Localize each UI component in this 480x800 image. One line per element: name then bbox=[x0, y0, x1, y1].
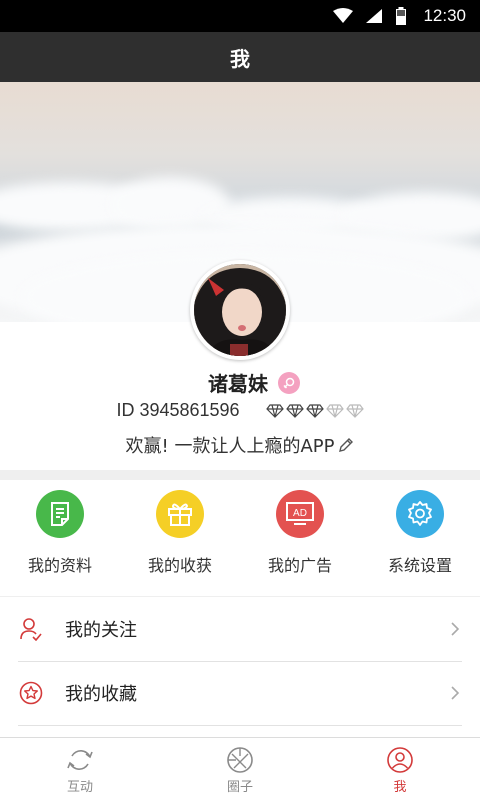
gear-icon bbox=[408, 501, 432, 526]
avatar-photo bbox=[194, 264, 286, 356]
quick-action-circle bbox=[396, 490, 444, 538]
gift-icon bbox=[168, 503, 192, 526]
quick-action-label: 我的广告 bbox=[267, 556, 332, 575]
tab-interact[interactable]: 互动 bbox=[0, 738, 160, 800]
quick-action-settings[interactable]: 系统设置 bbox=[360, 480, 480, 596]
user-id: ID 3945861596 bbox=[116, 400, 240, 420]
diamond-icon bbox=[345, 403, 364, 418]
quick-action-ads[interactable]: AD 我的广告 bbox=[240, 480, 360, 596]
menu-item-favorites[interactable]: 我的收藏 bbox=[0, 661, 480, 725]
motto-row[interactable]: 欢赢! 一款让人上瘾的APP bbox=[0, 432, 480, 458]
diamond-icon bbox=[325, 403, 344, 418]
name-row: 诸葛妹 bbox=[0, 368, 480, 397]
status-bar: 12:30 bbox=[0, 0, 480, 32]
profile-icon bbox=[387, 747, 413, 773]
title-bar: 我 bbox=[0, 32, 480, 82]
menu-item-label: 我的关注 bbox=[65, 620, 137, 641]
ad-icon: AD bbox=[286, 502, 314, 525]
bottom-tab-bar: 互动 圈子 我 bbox=[0, 737, 480, 800]
user-motto: 欢赢! 一款让人上瘾的APP bbox=[125, 436, 335, 457]
tab-label: 我 bbox=[393, 780, 407, 795]
chevron-right-icon bbox=[451, 622, 460, 636]
signal-icon bbox=[366, 9, 383, 23]
quick-actions: 我的资料 我的收获 AD 我的广告 系统设置 bbox=[0, 480, 480, 596]
refresh-icon bbox=[67, 750, 93, 770]
user-follow-icon bbox=[18, 616, 44, 642]
quick-action-circle bbox=[156, 490, 204, 538]
quick-action-circle bbox=[36, 490, 84, 538]
quick-action-label: 我的收获 bbox=[147, 556, 212, 575]
menu-item-partial bbox=[0, 725, 480, 737]
chevron-right-icon bbox=[451, 686, 460, 700]
battery-icon bbox=[396, 7, 407, 25]
diamond-icon bbox=[305, 403, 324, 418]
id-row: ID 3945861596 bbox=[0, 400, 480, 421]
clock: 12:30 bbox=[423, 6, 466, 25]
level-diamonds bbox=[265, 403, 364, 418]
tab-label: 圈子 bbox=[226, 780, 253, 795]
document-icon bbox=[51, 502, 69, 526]
diamond-icon bbox=[265, 403, 284, 418]
menu-item-label: 我的收藏 bbox=[65, 684, 137, 705]
page-title: 我 bbox=[230, 46, 250, 71]
quick-action-label: 我的资料 bbox=[27, 556, 92, 575]
wifi-icon bbox=[333, 8, 354, 23]
menu-item-following[interactable]: 我的关注 bbox=[0, 597, 480, 661]
quick-action-label: 系统设置 bbox=[387, 556, 452, 575]
star-circle-icon bbox=[18, 680, 44, 706]
quick-action-profile[interactable]: 我的资料 bbox=[0, 480, 120, 596]
quick-action-harvest[interactable]: 我的收获 bbox=[120, 480, 240, 596]
diamond-icon bbox=[285, 403, 304, 418]
edit-pencil-icon[interactable] bbox=[338, 437, 354, 453]
tab-me[interactable]: 我 bbox=[320, 738, 480, 800]
menu-list: 我的关注 我的收藏 bbox=[0, 597, 480, 737]
svg-text:AD: AD bbox=[293, 508, 307, 519]
avatar[interactable] bbox=[190, 260, 290, 360]
user-name: 诸葛妹 bbox=[208, 372, 268, 396]
female-gender-icon bbox=[278, 371, 300, 394]
tab-circle[interactable]: 圈子 bbox=[160, 738, 320, 800]
tab-label: 互动 bbox=[66, 780, 93, 795]
quick-action-circle: AD bbox=[276, 490, 324, 538]
aperture-icon bbox=[227, 747, 253, 773]
